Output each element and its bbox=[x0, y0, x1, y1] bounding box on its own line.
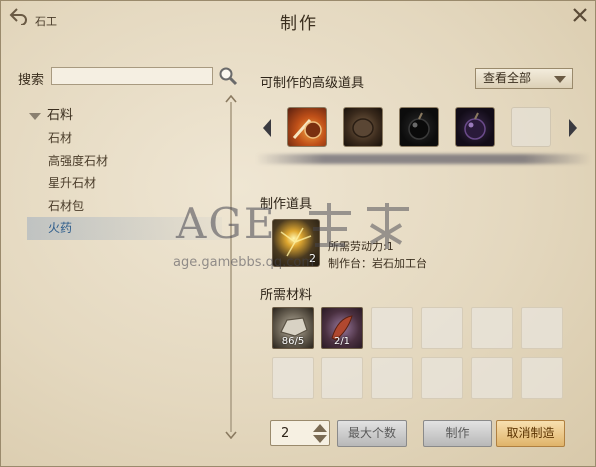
material-count-2: 2/1 bbox=[333, 336, 351, 347]
tree-item-star-stone[interactable]: 星升石材 bbox=[27, 172, 222, 195]
material-slot-empty bbox=[371, 357, 413, 399]
advanced-item-slot-4[interactable] bbox=[455, 107, 495, 147]
scroll-down-icon[interactable] bbox=[225, 431, 237, 439]
black-bomb-icon bbox=[408, 112, 430, 140]
material-slot-2[interactable]: 2/1 bbox=[321, 307, 363, 349]
max-quantity-button[interactable]: 最大个数 bbox=[337, 420, 407, 447]
production-count: 2 bbox=[309, 252, 316, 265]
production-item-slot[interactable]: 2 bbox=[272, 219, 320, 267]
tree-category[interactable]: 石料 bbox=[27, 105, 222, 127]
material-slot-empty bbox=[421, 307, 463, 349]
labor-requirement: 所需劳动力:1 bbox=[328, 240, 394, 253]
workbench-requirement: 制作台：岩石加工台 bbox=[328, 257, 427, 270]
filter-dropdown-value: 查看全部 bbox=[483, 71, 532, 85]
quantity-stepper[interactable]: 2 bbox=[270, 420, 330, 446]
material-slot-empty bbox=[371, 307, 413, 349]
tree-item-gunpowder[interactable]: 火药 bbox=[27, 217, 222, 240]
advanced-item-slot-3[interactable] bbox=[399, 107, 439, 147]
material-slot-1[interactable]: 86/5 bbox=[272, 307, 314, 349]
close-icon[interactable] bbox=[571, 6, 589, 24]
cancel-craft-button[interactable]: 取消制造 bbox=[496, 420, 565, 447]
dark-ore-icon bbox=[352, 118, 374, 138]
production-title: 制作道具 bbox=[260, 197, 313, 212]
search-icon[interactable] bbox=[218, 66, 238, 86]
advanced-item-slot-1[interactable] bbox=[287, 107, 327, 147]
section-divider bbox=[256, 154, 591, 164]
material-count-1: 86/5 bbox=[281, 336, 305, 347]
decrement-arrow-icon[interactable] bbox=[313, 435, 327, 443]
scrollbar-track[interactable] bbox=[230, 102, 232, 432]
fire-bomb-icon bbox=[292, 119, 322, 139]
material-slot-empty bbox=[521, 307, 563, 349]
material-slot-empty bbox=[321, 357, 363, 399]
quantity-value[interactable]: 2 bbox=[281, 426, 289, 441]
chevron-down-icon bbox=[554, 76, 566, 83]
search-input[interactable] bbox=[51, 67, 213, 85]
material-slot-empty bbox=[521, 357, 563, 399]
tree-item-high-strength-stone[interactable]: 高强度石材 bbox=[27, 150, 222, 173]
material-slot-empty bbox=[471, 357, 513, 399]
materials-title: 所需材料 bbox=[260, 288, 313, 303]
advanced-item-slot-empty bbox=[511, 107, 551, 147]
search-label: 搜索 bbox=[18, 73, 45, 88]
advanced-item-slot-2[interactable] bbox=[343, 107, 383, 147]
purple-bomb-icon bbox=[464, 112, 486, 140]
material-slot-empty bbox=[471, 307, 513, 349]
increment-arrow-icon[interactable] bbox=[313, 424, 327, 432]
material-slot-empty bbox=[272, 357, 314, 399]
prev-arrow-icon[interactable] bbox=[261, 118, 273, 138]
category-tree: 石料 石材 高强度石材 星升石材 石材包 火药 bbox=[27, 105, 222, 240]
advanced-items-title: 可制作的高级道具 bbox=[260, 76, 365, 91]
filter-dropdown[interactable]: 查看全部 bbox=[475, 68, 573, 89]
tree-item-stone[interactable]: 石材 bbox=[27, 127, 222, 150]
material-slot-empty bbox=[421, 357, 463, 399]
next-arrow-icon[interactable] bbox=[567, 118, 579, 138]
craft-button[interactable]: 制作 bbox=[423, 420, 492, 447]
expand-triangle-icon[interactable] bbox=[29, 113, 41, 120]
crafting-window: 石工 制作 搜索 石料 石材 高强度石材 星升石材 石材包 火药 可制作的高级道… bbox=[0, 0, 596, 467]
window-title: 制作 bbox=[280, 14, 318, 34]
tree-item-stone-pack[interactable]: 石材包 bbox=[27, 195, 222, 218]
tree-category-label: 石料 bbox=[47, 108, 74, 123]
title-bar: 石工 制作 bbox=[1, 1, 595, 41]
